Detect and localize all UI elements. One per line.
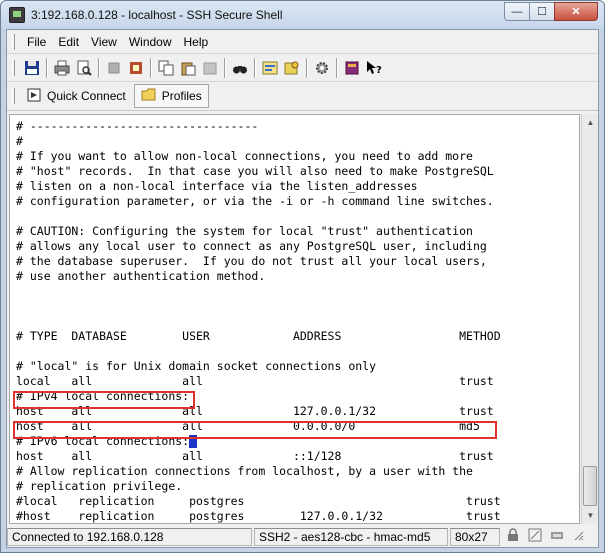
terminal-line: # allows any local user to connect as an… <box>16 239 487 253</box>
encryption-icon <box>524 528 546 545</box>
toolbar: ? <box>7 54 598 82</box>
quickbar-grip[interactable] <box>12 88 15 104</box>
transfer-icon <box>546 528 568 545</box>
menu-window[interactable]: Window <box>123 35 178 49</box>
book-icon[interactable] <box>341 57 363 79</box>
quick-connect-icon <box>27 88 41 105</box>
title-bar[interactable]: 3:192.168.0.128 - localhost - SSH Secure… <box>1 1 604 29</box>
terminal-line: # use another authentication method. <box>16 269 266 283</box>
toolbar-separator <box>336 57 338 78</box>
toolbar-separator <box>150 57 152 78</box>
terminal-line: # "host" records. In that case you will … <box>16 164 494 178</box>
menu-edit[interactable]: Edit <box>52 35 85 49</box>
quick-connect-button[interactable]: Quick Connect <box>21 84 132 108</box>
terminal-output[interactable]: # --------------------------------- # # If… <box>9 114 580 524</box>
terminal-line: #host replication postgres 127.0.0.1/32 … <box>16 509 501 523</box>
status-bar: Connected to 192.168.0.128 SSH2 - aes128… <box>7 526 598 547</box>
terminal-line: # If you want to allow non-local connect… <box>16 149 473 163</box>
folder-icon <box>141 88 156 104</box>
terminal-line: # replication privilege. <box>16 479 183 493</box>
toolbar-separator <box>46 57 48 78</box>
gear-icon[interactable] <box>311 57 333 79</box>
client-area: File Edit View Window Help ? Quick Conne… <box>6 29 599 548</box>
print-icon[interactable] <box>51 57 73 79</box>
scroll-down-arrow-icon[interactable]: ▼ <box>582 507 599 524</box>
toolbar-separator <box>98 57 100 78</box>
scroll-thumb[interactable] <box>583 466 597 506</box>
terminal-line: # <box>16 134 23 148</box>
profiles-label: Profiles <box>161 89 202 103</box>
menu-bar: File Edit View Window Help <box>7 30 598 54</box>
key-icon[interactable] <box>281 57 303 79</box>
menubar-grip[interactable] <box>12 33 15 50</box>
resize-grip-icon[interactable] <box>568 529 588 544</box>
menu-view[interactable]: View <box>85 35 123 49</box>
settings-icon[interactable] <box>259 57 281 79</box>
toolbar-separator <box>224 57 226 78</box>
terminal-line: local all all trust <box>16 374 494 388</box>
vertical-scrollbar[interactable]: ▲ ▼ <box>581 114 598 524</box>
minimize-button[interactable]: — <box>504 2 530 21</box>
terminal-line: # configuration parameter, or via the -i… <box>16 194 494 208</box>
highlight-md5-row <box>13 421 497 439</box>
terminal-line: # "local" is for Unix domain socket conn… <box>16 359 377 373</box>
terminal-line: # Allow replication connections from loc… <box>16 464 473 478</box>
svg-text:?: ? <box>376 65 382 76</box>
quick-connect-bar: Quick Connect Profiles <box>7 82 598 111</box>
status-cipher: SSH2 - aes128-cbc - hmac-md5 <box>254 527 448 546</box>
maximize-button[interactable]: ☐ <box>529 2 555 21</box>
window-controls: — ☐ ✕ <box>504 2 598 21</box>
terminal-line: # TYPE DATABASE USER ADDRESS METHOD <box>16 329 501 343</box>
terminal-line: # CAUTION: Configuring the system for lo… <box>16 224 473 238</box>
app-window: 3:192.168.0.128 - localhost - SSH Secure… <box>0 0 605 553</box>
terminal-line: # listen on a non-local interface via th… <box>16 179 418 193</box>
terminal-line: #local replication postgres trust <box>16 494 501 508</box>
paste-alt-icon[interactable] <box>177 57 199 79</box>
context-help-icon[interactable]: ? <box>363 57 385 79</box>
profiles-button[interactable]: Profiles <box>133 84 209 108</box>
terminal-app-icon[interactable] <box>9 7 25 23</box>
lock-icon <box>502 528 524 545</box>
disabled-icon[interactable] <box>103 57 125 79</box>
toolbar-separator <box>254 57 256 78</box>
paste-icon[interactable] <box>125 57 147 79</box>
toolbar-separator <box>306 57 308 78</box>
save-icon[interactable] <box>21 57 43 79</box>
terminal-line: # the database superuser. If you do not … <box>16 254 487 268</box>
quick-connect-label: Quick Connect <box>47 89 126 103</box>
status-connection: Connected to 192.168.0.128 <box>7 527 252 546</box>
find-icon[interactable] <box>229 57 251 79</box>
menu-file[interactable]: File <box>21 35 52 49</box>
toolbar-grip[interactable] <box>12 59 15 76</box>
scroll-up-arrow-icon[interactable]: ▲ <box>582 114 599 131</box>
window-title: 3:192.168.0.128 - localhost - SSH Secure… <box>31 8 283 22</box>
terminal-line: host all all ::1/128 trust <box>16 449 494 463</box>
terminal-line: # --------------------------------- <box>16 119 259 133</box>
highlight-ipv4-header <box>13 391 195 409</box>
status-size: 80x27 <box>450 527 500 546</box>
close-button[interactable]: ✕ <box>554 2 598 21</box>
disabled-alt-icon[interactable] <box>199 57 221 79</box>
copy-icon[interactable] <box>155 57 177 79</box>
terminal-lines: # --------------------------------- # # If… <box>16 119 501 523</box>
print-preview-icon[interactable] <box>73 57 95 79</box>
menu-help[interactable]: Help <box>178 35 215 49</box>
